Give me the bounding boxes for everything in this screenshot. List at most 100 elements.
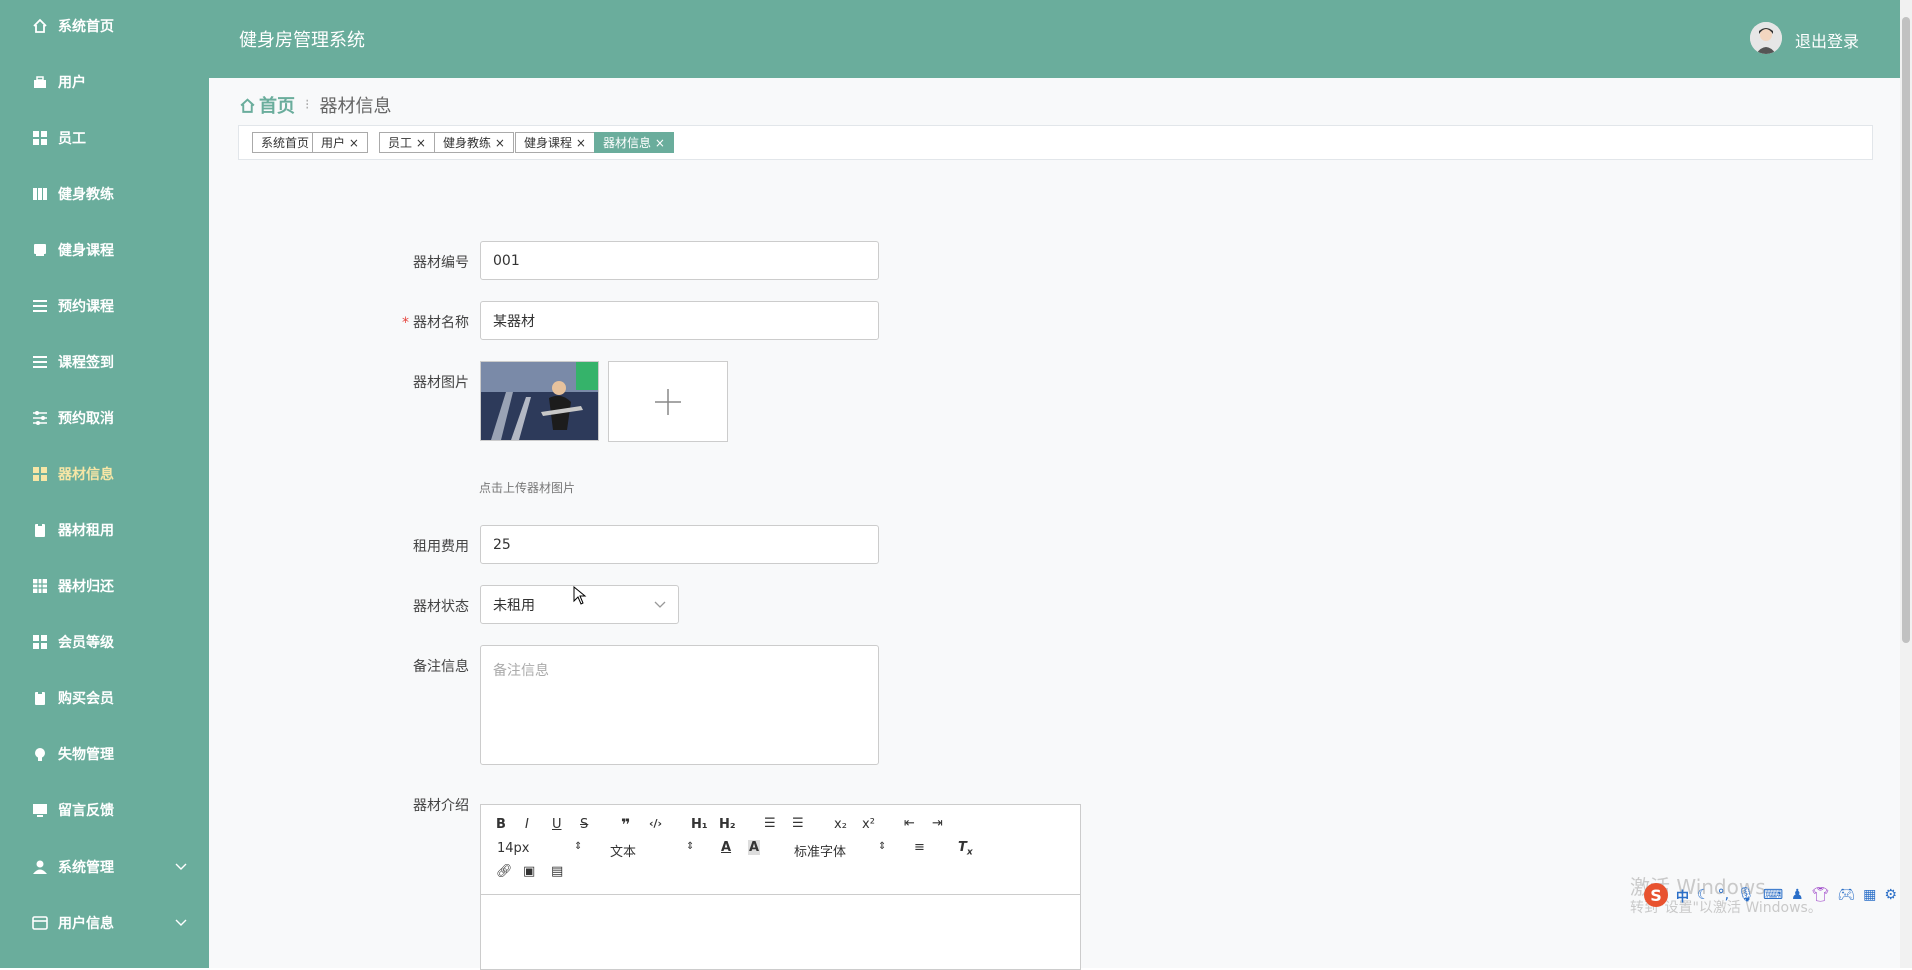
align-icon[interactable]: ≡ bbox=[914, 840, 925, 855]
sidebar-item-5[interactable]: 预约课程 bbox=[0, 286, 209, 326]
sidebar-item-1[interactable]: 用户 bbox=[0, 62, 209, 102]
sidebar-item-label: 器材归还 bbox=[58, 579, 114, 595]
sidebar-item-13[interactable]: 失物管理 bbox=[0, 734, 209, 774]
remark-label: 备注信息 bbox=[413, 659, 469, 675]
sidebar: 系统首页用户员工健身教练健身课程预约课程课程签到预约取消器材信息器材租用器材归还… bbox=[0, 0, 209, 968]
link-icon[interactable]: 🔗︎ bbox=[496, 864, 513, 879]
clear-format-icon[interactable]: Tx bbox=[958, 840, 973, 858]
app-title: 健身房管理系统 bbox=[239, 30, 365, 51]
sidebar-item-label: 系统首页 bbox=[58, 19, 114, 35]
sidebar-item-6[interactable]: 课程签到 bbox=[0, 342, 209, 382]
grid-icon bbox=[32, 130, 48, 146]
chevron-down-icon bbox=[175, 915, 187, 931]
keyboard-icon[interactable]: ⌨︎ bbox=[1763, 887, 1783, 903]
font-size-select[interactable]: 14px bbox=[497, 841, 530, 856]
image-icon[interactable]: ▣ bbox=[523, 864, 535, 879]
font-family-select[interactable]: 标准字体 bbox=[794, 841, 846, 860]
tab-staff[interactable]: 员工 × bbox=[379, 132, 435, 153]
breadcrumb-current: 器材信息 bbox=[319, 96, 392, 117]
code-label: 器材编号 bbox=[413, 255, 469, 271]
image-upload-button[interactable] bbox=[608, 361, 728, 442]
tab-equipment[interactable]: 器材信息 × bbox=[594, 132, 674, 153]
editor-toolbar: B I U S ❞ ‹/› H₁ H₂ ☰ ☰ x₂ x² ⇤ ⇥ 14px ⇕… bbox=[481, 805, 1080, 895]
skin-icon[interactable]: ♟︎ bbox=[1791, 887, 1804, 903]
strike-icon[interactable]: S bbox=[580, 817, 588, 832]
ordered-list-icon[interactable]: ☰ bbox=[764, 816, 776, 831]
logout-button[interactable]: 退出登录 bbox=[1795, 28, 1859, 52]
sidebar-item-8[interactable]: 器材信息 bbox=[0, 454, 209, 494]
sidebar-item-15[interactable]: 系统管理 bbox=[0, 847, 209, 887]
sidebar-item-label: 购买会员 bbox=[58, 691, 114, 707]
underline-icon[interactable]: U bbox=[552, 817, 562, 832]
bold-icon[interactable]: B bbox=[496, 817, 506, 832]
mouse-cursor-icon bbox=[573, 586, 587, 605]
image-label: 器材图片 bbox=[413, 375, 469, 391]
status-label: 器材状态 bbox=[413, 599, 469, 615]
name-label: * 器材名称 bbox=[402, 315, 469, 331]
bullet-list-icon[interactable]: ☰ bbox=[792, 816, 804, 831]
page-scrollbar[interactable] bbox=[1900, 0, 1912, 968]
fee-input[interactable]: 25 bbox=[480, 525, 879, 564]
monitor-icon bbox=[32, 802, 48, 818]
moon-icon[interactable]: ☾ bbox=[1697, 887, 1710, 903]
scrollbar-thumb[interactable] bbox=[1902, 17, 1910, 643]
sidebar-item-4[interactable]: 健身课程 bbox=[0, 230, 209, 270]
sidebar-item-16[interactable]: 用户信息 bbox=[0, 903, 209, 943]
ime-toolbar[interactable]: S 中 ☾ °, 🎙︎ ⌨︎ ♟︎ 👕︎ 🎮︎ ▦ ⚙︎ bbox=[1644, 880, 1912, 910]
sidebar-item-12[interactable]: 购买会员 bbox=[0, 678, 209, 718]
breadcrumb-home[interactable]: 首页 bbox=[239, 92, 295, 118]
sidebar-item-14[interactable]: 留言反馈 bbox=[0, 790, 209, 830]
sidebar-item-7[interactable]: 预约取消 bbox=[0, 398, 209, 438]
sidebar-item-label: 预约课程 bbox=[58, 299, 114, 315]
equipment-image-thumbnail[interactable] bbox=[480, 361, 599, 441]
sidebar-item-11[interactable]: 会员等级 bbox=[0, 622, 209, 662]
sidebar-item-10[interactable]: 器材归还 bbox=[0, 566, 209, 606]
remark-textarea[interactable]: 备注信息 bbox=[480, 645, 879, 765]
code-block-icon[interactable]: ‹/› bbox=[649, 817, 662, 830]
sidebar-item-label: 器材信息 bbox=[58, 467, 114, 483]
ime-lang-icon[interactable]: 中 bbox=[1676, 886, 1689, 905]
video-icon[interactable]: ▤ bbox=[551, 864, 563, 879]
sidebar-item-label: 健身教练 bbox=[58, 187, 114, 203]
tab-user[interactable]: 用户 × bbox=[312, 132, 368, 153]
sidebar-item-9[interactable]: 器材租用 bbox=[0, 510, 209, 550]
mic-icon[interactable]: 🎙︎ bbox=[1737, 887, 1755, 903]
header-arrows-icon: ⇕ bbox=[686, 841, 695, 852]
name-input[interactable]: 某器材 bbox=[480, 301, 879, 340]
columns-icon bbox=[32, 186, 48, 202]
sidebar-item-2[interactable]: 员工 bbox=[0, 118, 209, 158]
sidebar-item-label: 会员等级 bbox=[58, 635, 114, 651]
header-select[interactable]: 文本 bbox=[610, 841, 636, 860]
sidebar-item-label: 器材租用 bbox=[58, 523, 114, 539]
italic-icon[interactable]: I bbox=[525, 817, 529, 832]
superscript-icon[interactable]: x² bbox=[862, 817, 875, 832]
settings-icon[interactable]: ⚙︎ bbox=[1884, 887, 1897, 903]
bulb-icon bbox=[32, 746, 48, 762]
font-color-icon[interactable]: A bbox=[721, 840, 731, 855]
upload-hint: 点击上传器材图片 bbox=[479, 481, 576, 495]
code-input[interactable]: 001 bbox=[480, 241, 879, 280]
shirt-icon[interactable]: 👕︎ bbox=[1812, 887, 1830, 903]
h2-icon[interactable]: H₂ bbox=[719, 817, 736, 832]
punct-icon[interactable]: °, bbox=[1718, 887, 1729, 903]
user-group-icon bbox=[32, 74, 48, 90]
table-icon bbox=[32, 578, 48, 594]
tab-system-home[interactable]: 系统首页 bbox=[252, 132, 319, 153]
background-color-icon[interactable]: A bbox=[748, 840, 761, 855]
avatar[interactable] bbox=[1750, 22, 1782, 54]
tab-course[interactable]: 健身课程 × bbox=[515, 132, 595, 153]
sidebar-item-0[interactable]: 系统首页 bbox=[0, 6, 209, 46]
indent-icon[interactable]: ⇥ bbox=[932, 816, 943, 831]
tab-coach[interactable]: 健身教练 × bbox=[434, 132, 514, 153]
h1-icon[interactable]: H₁ bbox=[691, 817, 708, 832]
blockquote-icon[interactable]: ❞ bbox=[621, 815, 630, 834]
outdent-icon[interactable]: ⇤ bbox=[904, 816, 915, 831]
book-icon bbox=[32, 242, 48, 258]
apps-icon[interactable]: ▦ bbox=[1863, 887, 1876, 903]
subscript-icon[interactable]: x₂ bbox=[834, 817, 847, 832]
sogou-icon[interactable]: S bbox=[1644, 883, 1668, 907]
sidebar-item-3[interactable]: 健身教练 bbox=[0, 174, 209, 214]
fee-label: 租用费用 bbox=[413, 539, 469, 555]
grid-icon bbox=[32, 634, 48, 650]
game-icon[interactable]: 🎮︎ bbox=[1837, 887, 1855, 903]
